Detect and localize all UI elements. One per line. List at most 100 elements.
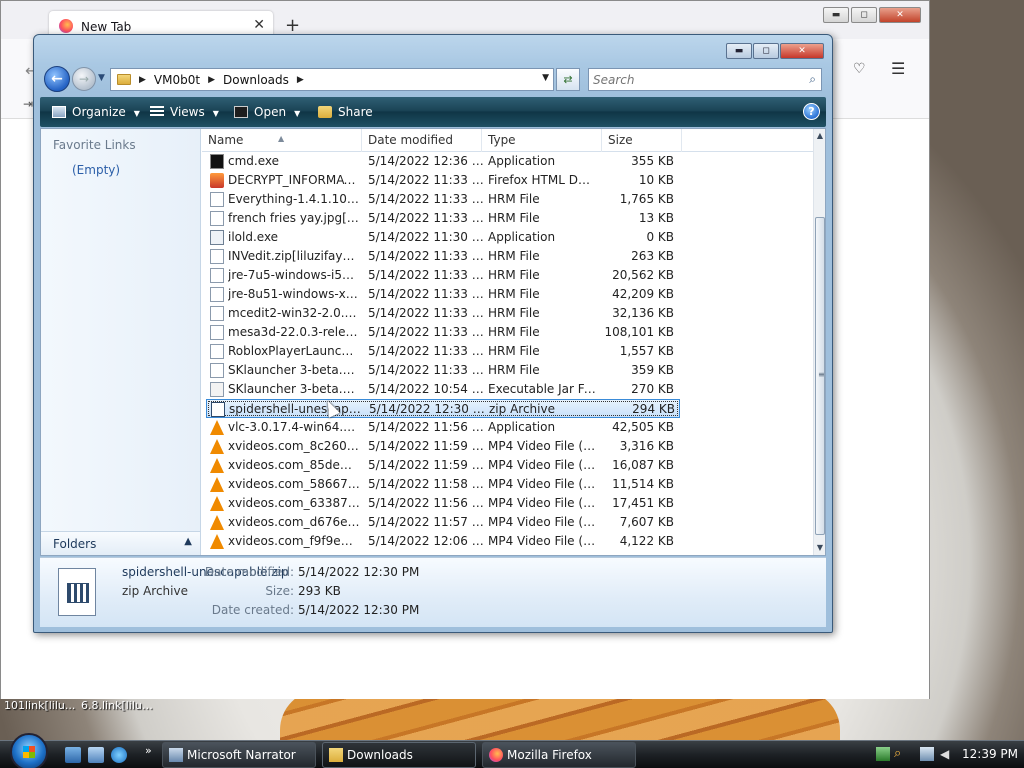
internet-explorer-icon[interactable]: [111, 747, 127, 763]
file-date-modified: 5/14/2022 11:33 AM: [368, 211, 484, 225]
file-size: 10 KB: [638, 173, 674, 187]
recent-pages-dropdown-icon[interactable]: ▼: [98, 73, 105, 83]
volume-icon[interactable]: ◀: [940, 747, 954, 761]
breadcrumb-separator-icon[interactable]: ▶: [208, 75, 215, 85]
breadcrumb-separator-icon[interactable]: ▶: [297, 75, 304, 85]
taskbar-button-narrator[interactable]: Microsoft Narrator: [162, 742, 316, 768]
hamburger-menu-icon[interactable]: ☰: [891, 59, 905, 78]
search-icon[interactable]: ⌕: [809, 72, 816, 87]
file-name: spidershell-unescapabl...: [229, 402, 361, 416]
file-row[interactable]: INVedit.zip[liluzifayc@... 5/14/2022 11:3…: [206, 247, 680, 266]
breadcrumb-vm0b0t[interactable]: VM0b0t: [154, 73, 200, 87]
open-button[interactable]: Open ▼: [234, 97, 300, 127]
column-header-size[interactable]: Size: [602, 129, 682, 152]
breadcrumb-downloads[interactable]: Downloads: [223, 73, 289, 87]
file-row[interactable]: xvideos.com_8c2600ee... 5/14/2022 11:59 A…: [206, 437, 680, 456]
views-button[interactable]: Views ▼: [150, 97, 219, 127]
details-date-created-label: Date created:: [211, 603, 294, 617]
search-box[interactable]: ⌕: [588, 68, 822, 91]
organize-button[interactable]: Organize ▼: [52, 97, 140, 127]
close-button[interactable]: ✕: [780, 43, 824, 59]
new-tab-button[interactable]: +: [285, 15, 300, 36]
desktop-icon-label[interactable]: 101link[lilu...: [4, 699, 76, 712]
column-header-type[interactable]: Type: [482, 129, 602, 152]
file-date-modified: 5/14/2022 11:33 AM: [368, 268, 484, 282]
taskbar-narrator-label: Microsoft Narrator: [187, 748, 296, 762]
file-date-modified: 5/14/2022 11:33 AM: [368, 344, 484, 358]
share-button[interactable]: Share: [318, 97, 373, 127]
scroll-down-icon[interactable]: ▼: [814, 541, 826, 555]
pocket-icon[interactable]: ♡: [853, 61, 866, 77]
file-row[interactable]: french fries yay.jpg[lilu... 5/14/2022 11…: [206, 209, 680, 228]
close-button[interactable]: ✕: [879, 7, 921, 23]
show-desktop-icon[interactable]: [65, 747, 81, 763]
scrollbar-thumb[interactable]: ≡: [815, 217, 825, 535]
file-row[interactable]: spidershell-unescapabl... 5/14/2022 12:30…: [206, 399, 680, 418]
column-headers: Name ▲ Date modified Type Size: [202, 129, 813, 152]
explorer-window-controls: ▬ ◻ ✕: [726, 43, 824, 59]
column-header-date[interactable]: Date modified: [362, 129, 482, 152]
file-row[interactable]: xvideos.com_633879d2... 5/14/2022 11:56 A…: [206, 494, 680, 513]
folders-toggle[interactable]: Folders ▲: [41, 531, 200, 555]
minimize-button[interactable]: ▬: [823, 7, 849, 23]
back-button[interactable]: ←: [44, 66, 70, 92]
breadcrumb-separator-icon[interactable]: ▶: [139, 75, 146, 85]
file-row[interactable]: jre-8u51-windows-x64.... 5/14/2022 11:33 …: [206, 285, 680, 304]
file-date-modified: 5/14/2022 11:33 AM: [368, 325, 484, 339]
blank-file-icon: [210, 268, 224, 283]
tray-app-icon[interactable]: [876, 747, 890, 761]
forward-button[interactable]: →: [72, 67, 96, 91]
file-row[interactable]: DECRYPT_INFORMATI... 5/14/2022 11:33 AM Fi…: [206, 171, 680, 190]
file-list: Name ▲ Date modified Type Size cmd.exe 5/1…: [202, 129, 813, 555]
file-row[interactable]: Everything-1.4.1.1015.x... 5/14/2022 11:3…: [206, 190, 680, 209]
clock[interactable]: 12:39 PM: [962, 747, 1018, 761]
vertical-scrollbar[interactable]: ▲ ≡ ▼: [813, 129, 825, 555]
file-date-modified: 5/14/2022 11:59 AM: [368, 458, 484, 472]
file-row[interactable]: SKlauncher 3-beta.21.jar 5/14/2022 10:54 …: [206, 380, 680, 399]
file-name: mcedit2-win32-2.0.0-b...: [228, 306, 360, 320]
taskbar-button-firefox[interactable]: Mozilla Firefox: [482, 742, 636, 768]
file-row[interactable]: xvideos.com_85defff7f... 5/14/2022 11:59 …: [206, 456, 680, 475]
file-name: ilold.exe: [228, 230, 279, 244]
quick-launch-more-icon[interactable]: »: [145, 744, 152, 757]
desktop-icon-label[interactable]: 6.8.link[liluzi...: [81, 699, 155, 712]
file-row[interactable]: vlc-3.0.17.4-win64.exe 5/14/2022 11:56 AM…: [206, 418, 680, 437]
refresh-button[interactable]: ⇄: [556, 68, 580, 91]
file-row[interactable]: SKlauncher 3-beta.21.e... 5/14/2022 11:33…: [206, 361, 680, 380]
scroll-up-icon[interactable]: ▲: [814, 129, 826, 143]
file-size: 355 KB: [631, 154, 674, 168]
start-button[interactable]: [10, 733, 48, 768]
file-size: 3,316 KB: [619, 439, 674, 453]
details-size-label: Size:: [265, 584, 294, 598]
file-row[interactable]: mcedit2-win32-2.0.0-b... 5/14/2022 11:33 …: [206, 304, 680, 323]
network-icon[interactable]: [920, 747, 934, 761]
address-bar[interactable]: ▶ VM0b0t ▶ Downloads ▶ ▼: [110, 68, 554, 91]
column-header-name[interactable]: Name ▲: [202, 129, 362, 152]
search-input[interactable]: [593, 72, 793, 88]
help-icon[interactable]: ?: [803, 103, 820, 120]
file-size: 1,557 KB: [619, 344, 674, 358]
sidebar-icon[interactable]: ⇥: [23, 97, 33, 111]
file-row[interactable]: xvideos.com_58667d09... 5/14/2022 11:58 A…: [206, 475, 680, 494]
file-row[interactable]: jre-7u5-windows-i586.... 5/14/2022 11:33 …: [206, 266, 680, 285]
blank-file-icon: [210, 249, 224, 264]
file-type: MP4 Video File (V...: [488, 496, 596, 510]
folder-icon: [117, 74, 131, 85]
file-row[interactable]: cmd.exe 5/14/2022 12:36 PM Application 355 …: [206, 152, 680, 171]
switch-windows-icon[interactable]: [88, 747, 104, 763]
close-tab-icon[interactable]: ✕: [253, 17, 265, 33]
file-type: zip Archive: [489, 402, 555, 416]
file-row[interactable]: xvideos.com_d676e92b... 5/14/2022 11:57 A…: [206, 513, 680, 532]
file-row[interactable]: RobloxPlayerLauncher.... 5/14/2022 11:33 …: [206, 342, 680, 361]
file-row[interactable]: xvideos.com_f9f9e7fc7... 5/14/2022 12:06 …: [206, 532, 680, 551]
file-row[interactable]: mesa3d-22.0.3-release... 5/14/2022 11:33 …: [206, 323, 680, 342]
maximize-button[interactable]: ◻: [753, 43, 779, 59]
search-tray-icon[interactable]: ⌕: [894, 747, 908, 761]
minimize-button[interactable]: ▬: [726, 43, 752, 59]
sort-ascending-icon: ▲: [278, 134, 285, 143]
file-row[interactable]: ilold.exe 5/14/2022 11:30 AM Application 0 …: [206, 228, 680, 247]
maximize-button[interactable]: ◻: [851, 7, 877, 23]
taskbar-button-downloads[interactable]: Downloads: [322, 742, 476, 768]
address-dropdown-icon[interactable]: ▼: [542, 73, 549, 83]
file-name: cmd.exe: [228, 154, 280, 168]
